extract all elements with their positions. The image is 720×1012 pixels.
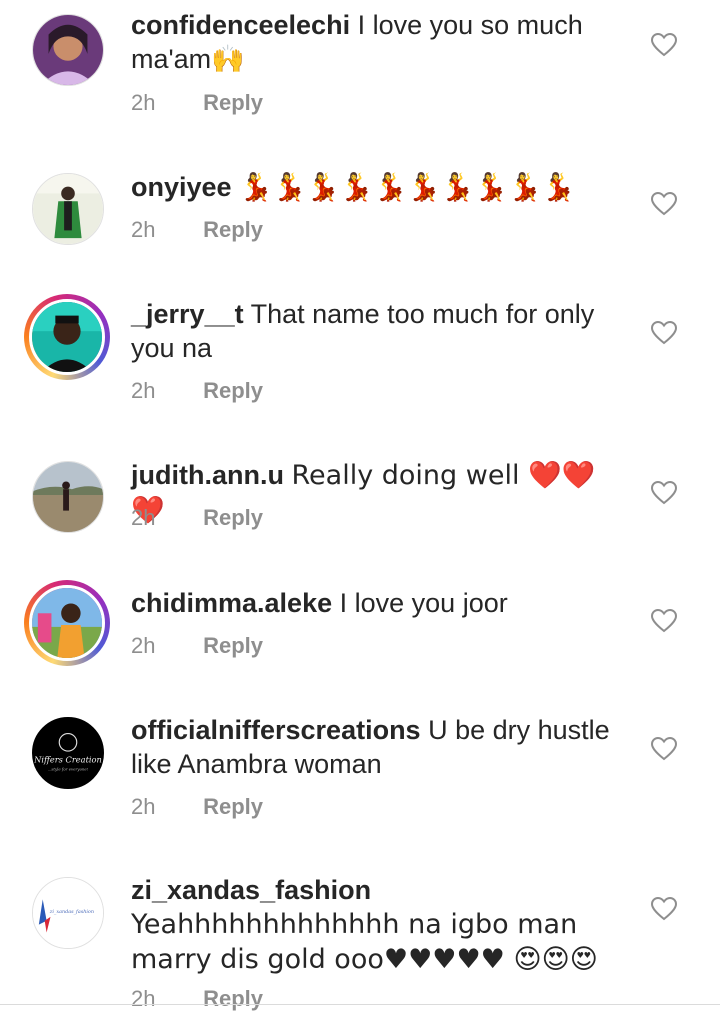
reply-button[interactable]: Reply: [203, 378, 263, 403]
comment-time: 2h: [131, 633, 156, 658]
comment-meta: 2h Reply: [131, 986, 263, 1012]
avatar[interactable]: [24, 580, 110, 666]
heart-icon[interactable]: [651, 33, 677, 57]
heart-icon[interactable]: [651, 321, 677, 345]
comment-meta: 2h Reply: [131, 505, 263, 531]
nifferscreations-logo-text: Niffers Creation: [33, 755, 102, 765]
comment-meta: 2h Reply: [131, 217, 263, 243]
comment-time: 2h: [131, 217, 156, 242]
comment-meta: 2h Reply: [131, 90, 263, 116]
heart-icon[interactable]: [651, 737, 677, 761]
comment-username[interactable]: chidimma.aleke: [131, 588, 332, 618]
avatar[interactable]: [24, 294, 110, 380]
comment-text: zi_xandas_fashion Yeahhhhhhhhhhhhh na ig…: [131, 873, 611, 977]
reply-button[interactable]: Reply: [203, 633, 263, 658]
comment-time: 2h: [131, 90, 156, 115]
reply-button[interactable]: Reply: [203, 986, 263, 1011]
comment-text: onyiyee 💃💃💃💃💃💃💃💃💃💃: [131, 170, 611, 205]
comment-time: 2h: [131, 794, 156, 819]
comment-text: _jerry__t That name too much for only yo…: [131, 297, 611, 365]
heart-icon[interactable]: [651, 609, 677, 633]
xandas-logo-text: zi_xandas_fashion: [49, 909, 94, 915]
comment-time: 2h: [131, 505, 156, 530]
reply-button[interactable]: Reply: [203, 505, 263, 530]
comment-username[interactable]: confidenceelechi: [131, 10, 350, 40]
comment-time: 2h: [131, 378, 156, 403]
comment-meta: 2h Reply: [131, 794, 263, 820]
bottom-divider: [0, 1004, 720, 1005]
avatar[interactable]: [32, 461, 104, 533]
avatar[interactable]: Niffers Creation ...style for everyone!: [32, 717, 104, 789]
comment-username[interactable]: officialnifferscreations: [131, 715, 421, 745]
comment-time: 2h: [131, 986, 156, 1011]
avatar[interactable]: zi_xandas_fashion: [32, 877, 104, 949]
reply-button[interactable]: Reply: [203, 217, 263, 242]
nifferscreations-logo-tagline: ...style for everyone!: [48, 767, 89, 772]
reply-button[interactable]: Reply: [203, 90, 263, 115]
comment-body: 💃💃💃💃💃💃💃💃💃💃: [239, 172, 576, 203]
reply-button[interactable]: Reply: [203, 794, 263, 819]
comment-username[interactable]: zi_xandas_fashion: [131, 875, 371, 905]
comment-text: chidimma.aleke I love you joor: [131, 586, 611, 620]
comment-meta: 2h Reply: [131, 378, 263, 404]
comment-text: officialnifferscreations U be dry hustle…: [131, 713, 611, 781]
heart-icon[interactable]: [651, 481, 677, 505]
comment-body: Yeahhhhhhhhhhhhh na igbo man marry dis g…: [131, 909, 598, 975]
heart-icon[interactable]: [651, 192, 677, 216]
avatar[interactable]: [32, 173, 104, 245]
comment-username[interactable]: judith.ann.u: [131, 460, 284, 490]
comment-body: I love you joor: [339, 588, 508, 618]
comment-username[interactable]: _jerry__t: [131, 299, 244, 329]
comment-meta: 2h Reply: [131, 633, 263, 659]
comment-username[interactable]: onyiyee: [131, 172, 232, 202]
avatar[interactable]: [32, 14, 104, 86]
comment-text: confidenceelechi I love you so much ma'a…: [131, 8, 611, 76]
heart-icon[interactable]: [651, 897, 677, 921]
